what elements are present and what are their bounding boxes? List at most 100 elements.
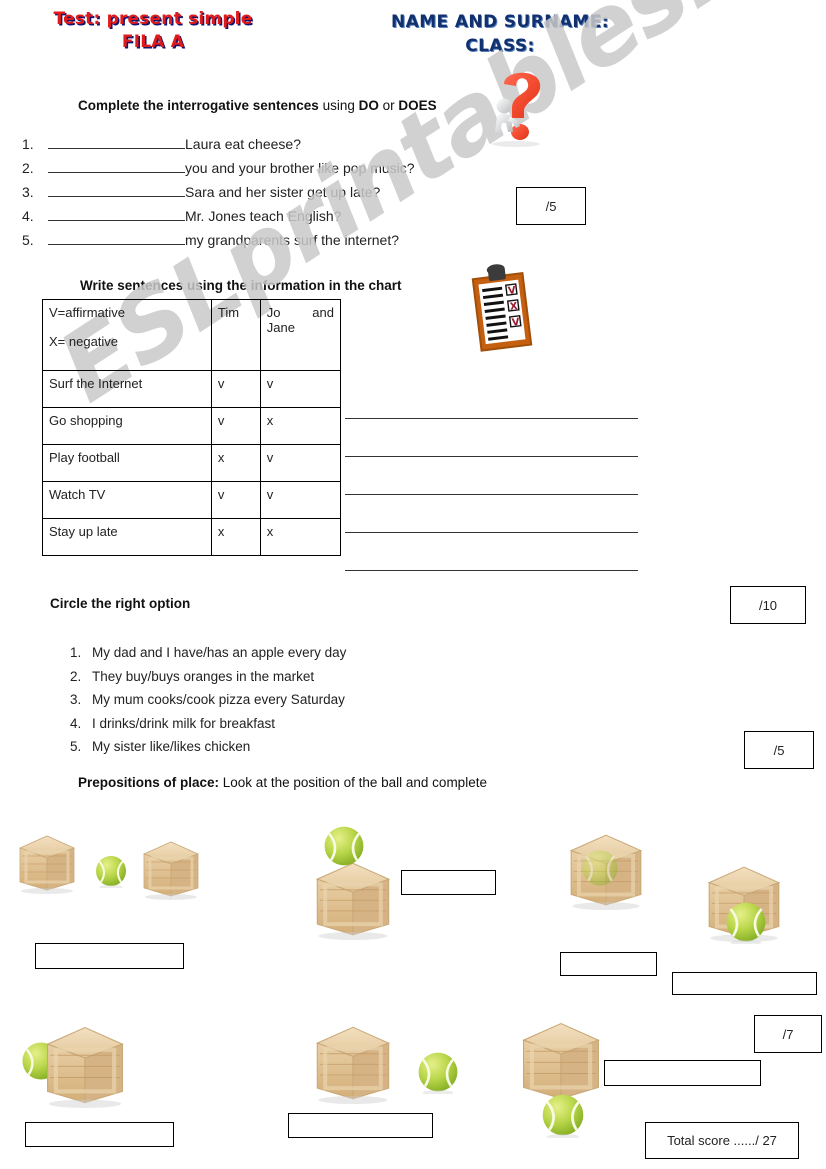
exercise4-instruction-rest: Look at the position of the ball and com… xyxy=(219,775,487,790)
page-title-line2: FILA A xyxy=(121,32,185,52)
list-item: 3. Sara and her sister get up late? xyxy=(22,182,542,206)
answer-line[interactable] xyxy=(345,418,638,419)
tim-value: v xyxy=(210,370,261,408)
do-word: DO xyxy=(358,98,379,113)
answer-blank[interactable] xyxy=(48,206,185,221)
tim-value: x xyxy=(210,518,261,556)
exercise1-instruction: Complete the interrogative sentences usi… xyxy=(78,98,437,113)
activity-name: Go shopping xyxy=(42,407,212,445)
item-number: 5. xyxy=(70,739,82,754)
item-number: 4. xyxy=(70,715,82,731)
tennis-ball-icon xyxy=(540,1092,586,1138)
legend-negative: X= negative xyxy=(49,334,119,349)
tim-value: v xyxy=(210,407,261,445)
item-number: 3. xyxy=(22,184,34,200)
item-number: 1. xyxy=(70,645,82,660)
list-item[interactable]: 2. They buy/buys oranges in the market xyxy=(70,665,346,689)
column-header-jo-and-jane: Jo and Jane xyxy=(259,299,342,371)
tennis-ball-icon xyxy=(94,854,128,888)
picture-ball-behind-crate xyxy=(20,1018,140,1118)
picture-ball-in-crate xyxy=(560,820,655,925)
clipboard-checklist-icon: V X V xyxy=(455,262,547,362)
answer-blank[interactable] xyxy=(48,182,185,197)
preposition-answer-box-5[interactable] xyxy=(25,1122,174,1147)
wooden-crate-icon xyxy=(42,1022,128,1108)
question-mark-icon xyxy=(476,62,556,148)
tim-value: x xyxy=(210,444,261,482)
picture-ball-in-front-of-crate xyxy=(700,862,810,972)
student-info-header: NAME AND SURNAME: CLASS: xyxy=(340,10,660,58)
exercise4-instruction: Prepositions of place: Look at the posit… xyxy=(78,775,487,790)
worksheet-page: ESLprintables.com Test: present simple F… xyxy=(0,0,826,1169)
picture-ball-next-to-crate xyxy=(312,1022,472,1117)
preposition-answer-box-6[interactable] xyxy=(288,1113,433,1138)
list-item[interactable]: 5. My sister like/likes chicken xyxy=(70,735,346,759)
item-text[interactable]: They buy/buys oranges in the market xyxy=(92,665,314,689)
exercise1-instruction-rest: using xyxy=(318,98,359,113)
answer-blank[interactable] xyxy=(48,158,185,173)
answer-line[interactable] xyxy=(345,532,638,533)
item-text: Sara and her sister get up late? xyxy=(185,184,381,200)
exercise1-instruction-bold: Complete the interrogative sentences xyxy=(78,98,319,113)
item-text[interactable]: My mum cooks/cook pizza every Saturday xyxy=(92,688,345,712)
score-badge-exercise3: /5 xyxy=(744,731,814,769)
preposition-answer-box-3[interactable] xyxy=(560,952,657,976)
list-item: 1. Laura eat cheese? xyxy=(22,134,542,158)
preposition-answer-box-2[interactable] xyxy=(401,870,496,895)
class-label: CLASS: xyxy=(465,36,535,56)
list-item: 2. you and your brother like pop music? xyxy=(22,158,542,182)
jo-jane-value: x xyxy=(259,518,342,556)
wooden-crate-icon xyxy=(16,832,78,894)
legend-cell: V=affirmative X= negative xyxy=(42,299,212,371)
jo-jane-value: x xyxy=(259,407,342,445)
answer-line[interactable] xyxy=(345,570,638,571)
jo-jane-value: v xyxy=(259,444,342,482)
table-row: Play football x v xyxy=(42,444,342,482)
table-header-row: V=affirmative X= negative Tim Jo and Jan… xyxy=(42,299,342,371)
item-text[interactable]: My sister like/likes chicken xyxy=(92,735,250,759)
answer-line[interactable] xyxy=(345,456,638,457)
tennis-ball-icon xyxy=(724,900,768,944)
list-item[interactable]: 4. I drinks/drink milk for breakfast xyxy=(70,712,346,736)
list-item[interactable]: 3. My mum cooks/cook pizza every Saturda… xyxy=(70,688,346,712)
item-text: my grandparents surf the internet? xyxy=(185,232,400,248)
activity-name: Surf the Internet xyxy=(42,370,212,408)
info-chart-table: V=affirmative X= negative Tim Jo and Jan… xyxy=(42,299,342,556)
item-number: 5. xyxy=(22,232,34,248)
activity-name: Play football xyxy=(42,444,212,482)
jo-jane-value: v xyxy=(259,481,342,519)
item-number: 3. xyxy=(70,692,82,707)
tennis-ball-icon xyxy=(322,824,366,868)
list-item: 4. Mr. Jones teach English? xyxy=(22,206,542,230)
page-title-line1: Test: present simple xyxy=(53,9,253,29)
item-number: 2. xyxy=(22,160,34,176)
does-word: DOES xyxy=(398,98,437,113)
tennis-ball-icon xyxy=(580,848,620,888)
exercise3-instruction: Circle the right option xyxy=(50,596,191,611)
answer-blank[interactable] xyxy=(48,230,185,245)
wooden-crate-icon xyxy=(312,858,394,940)
answer-line[interactable] xyxy=(345,494,638,495)
item-number: 4. xyxy=(22,208,34,224)
item-text: you and your brother like pop music? xyxy=(185,160,415,176)
tennis-ball-icon xyxy=(416,1050,460,1094)
or-word: or xyxy=(378,98,399,113)
item-number: 2. xyxy=(70,668,82,684)
answer-blank[interactable] xyxy=(48,134,185,149)
picture-ball-on-crate xyxy=(300,820,410,940)
list-item[interactable]: 1. My dad and I have/has an apple every … xyxy=(70,641,346,665)
item-text[interactable]: I drinks/drink milk for breakfast xyxy=(92,712,275,736)
activity-name: Stay up late xyxy=(42,518,212,556)
wooden-crate-icon xyxy=(140,838,202,900)
preposition-answer-box-4[interactable] xyxy=(672,972,817,995)
item-text[interactable]: My dad and I have/has an apple every day xyxy=(92,641,346,665)
item-number: 1. xyxy=(22,136,34,152)
column-header-tim: Tim xyxy=(210,299,261,371)
preposition-answer-box-1[interactable] xyxy=(35,943,184,969)
list-item: 5. my grandparents surf the internet? xyxy=(22,230,542,254)
picture-ball-between-crates xyxy=(10,828,210,908)
preposition-answer-box-7[interactable] xyxy=(604,1060,761,1086)
legend-affirmative: V=affirmative xyxy=(49,305,125,320)
item-text: Mr. Jones teach English? xyxy=(185,208,342,224)
score-badge-exercise2: /10 xyxy=(730,586,806,624)
